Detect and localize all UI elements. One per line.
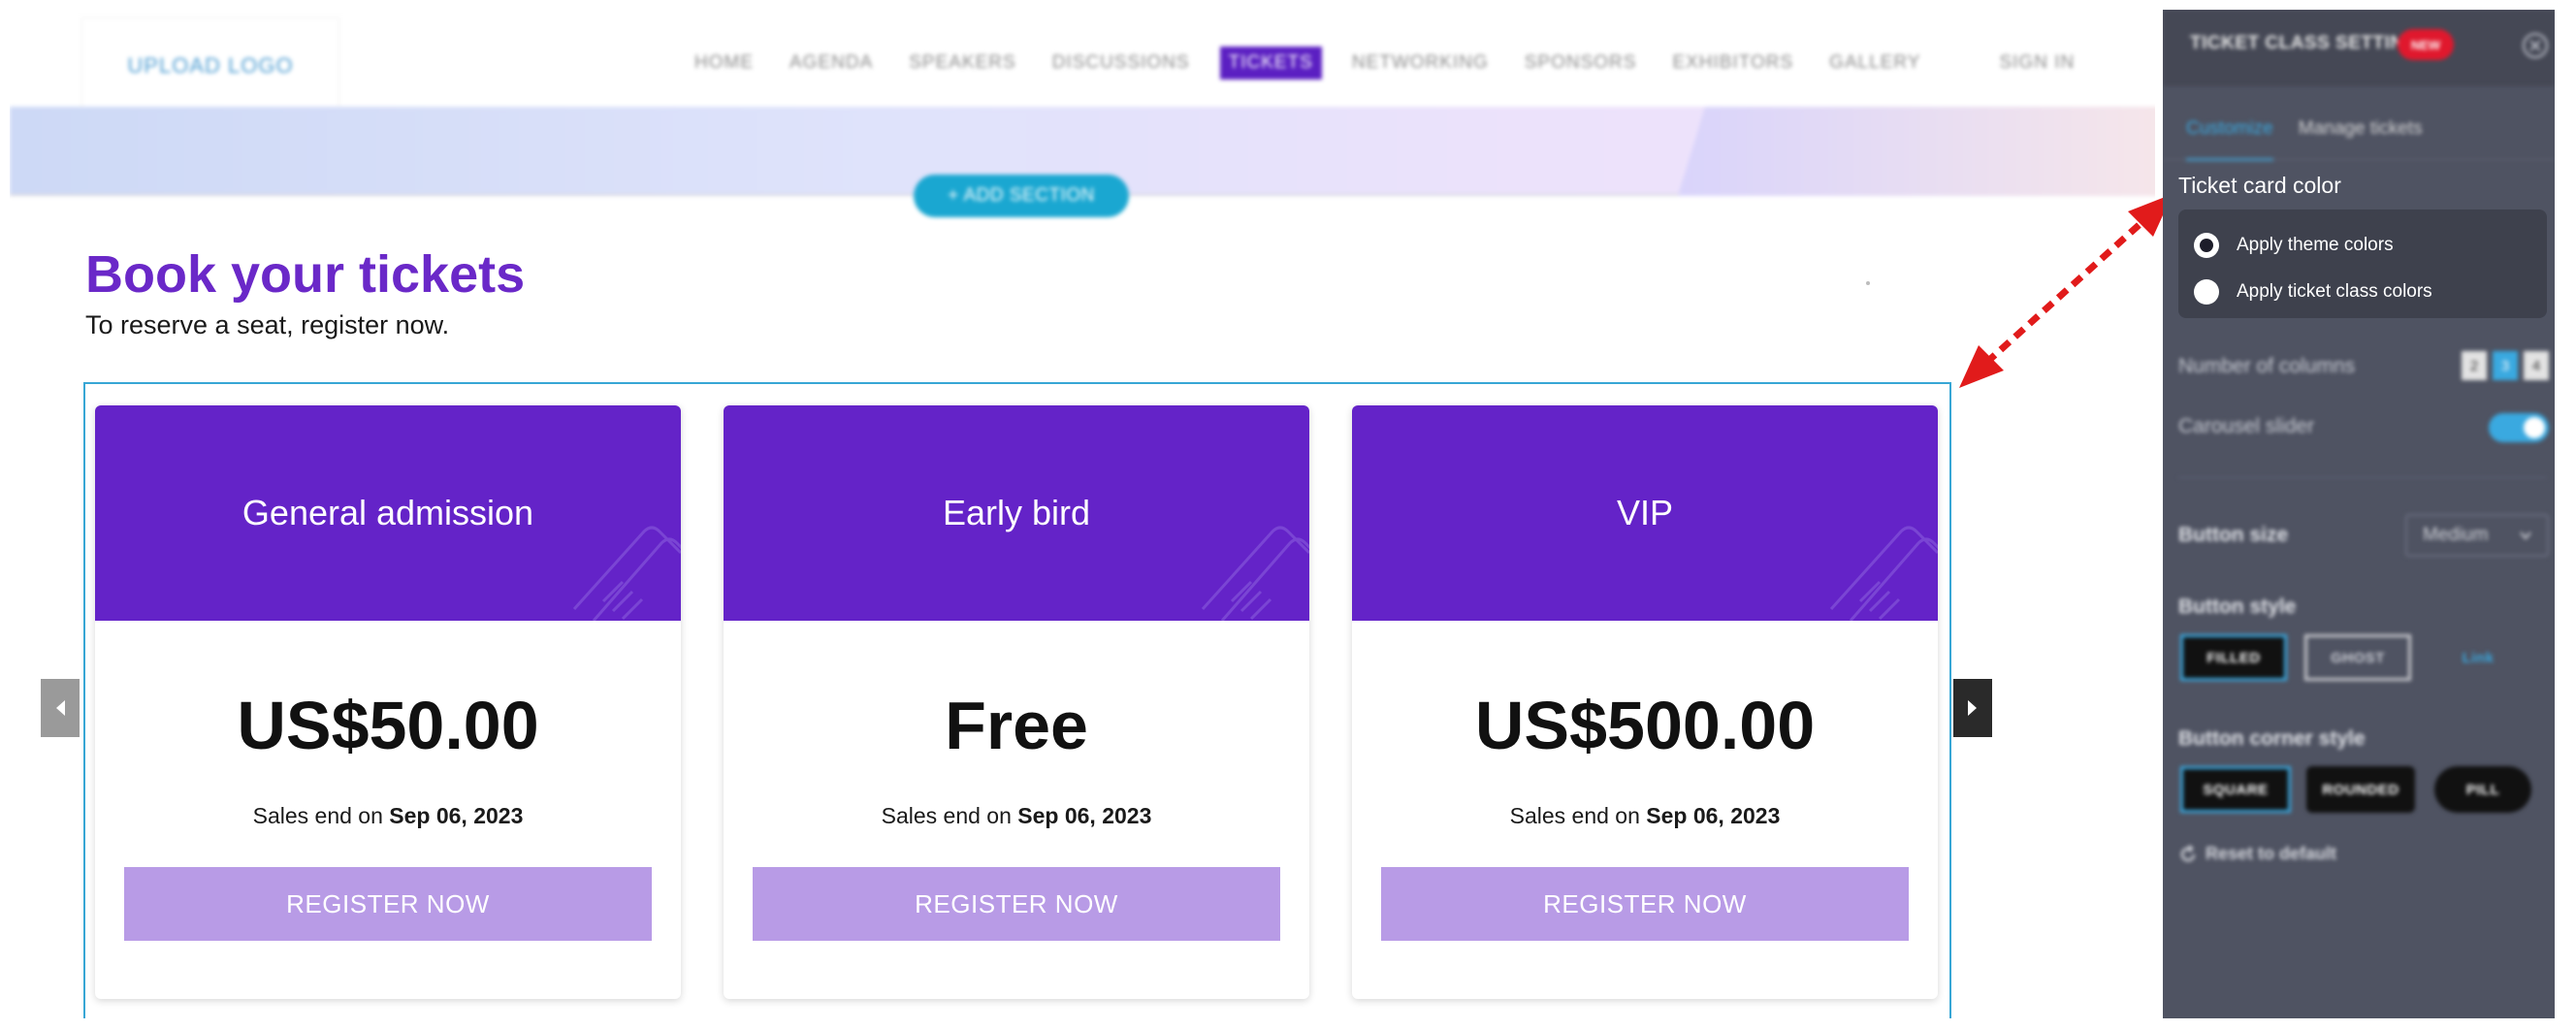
columns-option-3[interactable]: 3 [2493, 351, 2518, 380]
ticket-sales-end: Sales end on Sep 06, 2023 [1352, 803, 1938, 829]
panel-title: TICKET CLASS SETTINGS [2190, 33, 2432, 53]
logo-upload-area[interactable]: UPLOAD LOGO [81, 17, 339, 114]
ticket-price: US$500.00 [1474, 688, 1816, 763]
close-icon[interactable] [2521, 31, 2550, 60]
button-style-label: Button style [2178, 595, 2297, 618]
radio-unchecked-icon [2194, 279, 2219, 305]
nav-item-agenda[interactable]: AGENDA [784, 47, 879, 80]
editor-canvas: UPLOAD LOGO HOME AGENDA SPEAKERS DISCUSS… [10, 10, 2155, 1018]
sales-end-date: Sep 06, 2023 [1017, 803, 1152, 828]
nav-item-gallery[interactable]: GALLERY [1823, 47, 1926, 80]
carousel-next-button[interactable] [1953, 679, 1992, 737]
button-style-link[interactable]: Link [2444, 634, 2512, 681]
hero-decoration [1678, 107, 2155, 196]
ticket-watermark-icon [1201, 526, 1309, 621]
corner-style-rounded[interactable]: ROUNDED [2306, 766, 2415, 813]
ticket-price: US$50.00 [237, 688, 539, 763]
radio-apply-ticket-class-colors[interactable]: Apply ticket class colors [2194, 275, 2432, 308]
site-top-navigation: UPLOAD LOGO HOME AGENDA SPEAKERS DISCUSS… [10, 10, 2155, 116]
ticket-watermark-icon [572, 526, 681, 621]
reset-label: Reset to default [2206, 844, 2337, 863]
nav-menu: HOME AGENDA SPEAKERS DISCUSSIONS TICKETS… [689, 42, 2105, 84]
tab-customize[interactable]: Customize [2186, 103, 2273, 161]
add-section-button[interactable]: + ADD SECTION [914, 175, 1129, 217]
ticket-card-title: Early bird [942, 493, 1091, 532]
panel-tabs: Customize Manage tickets [2186, 103, 2448, 161]
chevron-down-icon [2520, 531, 2531, 540]
nav-item-networking[interactable]: NETWORKING [1346, 47, 1495, 80]
ticket-card-title: General admission [242, 493, 534, 532]
radio-apply-theme-colors[interactable]: Apply theme colors [2194, 229, 2394, 262]
corner-style-square[interactable]: SQUARE [2180, 766, 2291, 813]
nav-item-sponsors[interactable]: SPONSORS [1519, 47, 1643, 80]
nav-item-home[interactable]: HOME [689, 47, 759, 80]
reset-to-default-button[interactable]: Reset to default [2178, 844, 2336, 864]
ticket-price: Free [945, 688, 1088, 763]
sales-end-prefix: Sales end on [252, 803, 383, 828]
ticket-card-header: General admission [95, 405, 681, 621]
ticket-card-header: VIP [1352, 405, 1938, 621]
carousel-slider-toggle[interactable] [2489, 413, 2549, 442]
number-of-columns-label: Number of columns [2178, 355, 2356, 377]
reset-icon [2180, 844, 2196, 861]
ticket-card-vip: VIP US$500.00 Sales end on Sep 06, 2023 … [1352, 405, 1938, 999]
sales-end-prefix: Sales end on [881, 803, 1012, 828]
panel-header: TICKET CLASS SETTINGS NEW [2163, 10, 2555, 85]
decorative-dot [1866, 281, 1870, 285]
register-now-button[interactable]: REGISTER NOW [1381, 867, 1909, 941]
chevron-left-icon [56, 700, 65, 716]
ticket-watermark-icon [1829, 526, 1938, 621]
ticket-card-general-admission: General admission US$50.00 Sales end on … [95, 405, 681, 999]
columns-option-2[interactable]: 2 [2462, 351, 2487, 380]
button-size-select[interactable]: Medium [2405, 514, 2549, 557]
radio-checked-icon [2194, 233, 2219, 258]
register-now-button[interactable]: REGISTER NOW [124, 867, 652, 941]
corner-style-pill[interactable]: PILL [2434, 766, 2531, 813]
nav-item-speakers[interactable]: SPEAKERS [903, 47, 1021, 80]
button-style-filled[interactable]: FILLED [2180, 634, 2287, 681]
nav-item-exhibitors[interactable]: EXHIBITORS [1666, 47, 1799, 80]
button-corner-style-label: Button corner style [2178, 727, 2366, 750]
ticket-card-title: VIP [1616, 493, 1674, 532]
tickets-heading: Book your tickets [85, 245, 526, 304]
ticket-class-settings-panel: TICKET CLASS SETTINGS NEW Customize Mana… [2163, 10, 2555, 1018]
ticket-card-early-bird: Early bird Free Sales end on Sep 06, 202… [724, 405, 1309, 999]
tickets-subheading: To reserve a seat, register now. [85, 310, 450, 339]
logo-placeholder-text: UPLOAD LOGO [127, 53, 294, 78]
sign-in-link[interactable]: SIGN IN [1993, 47, 2080, 80]
nav-item-discussions[interactable]: DISCUSSIONS [1046, 47, 1196, 80]
ticket-card-color-label: Ticket card color [2178, 173, 2341, 198]
ticket-card-color-radio-group: Apply theme colors Apply ticket class co… [2178, 209, 2547, 318]
button-size-label: Button size [2178, 524, 2289, 546]
tabs-divider [2163, 159, 2555, 160]
panel-divider [2178, 477, 2547, 478]
ticket-sales-end: Sales end on Sep 06, 2023 [724, 803, 1309, 829]
carousel-slider-label: Carousel slider [2178, 415, 2315, 437]
radio-label: Apply theme colors [2237, 235, 2394, 255]
ticket-sales-end: Sales end on Sep 06, 2023 [95, 803, 681, 829]
ticket-card-header: Early bird [724, 405, 1309, 621]
button-size-value: Medium [2423, 525, 2489, 545]
button-style-ghost[interactable]: GHOST [2304, 634, 2411, 681]
columns-option-4[interactable]: 4 [2524, 351, 2549, 380]
columns-selector: 2 3 4 [2462, 351, 2555, 380]
radio-label: Apply ticket class colors [2237, 281, 2432, 302]
sales-end-date: Sep 06, 2023 [1646, 803, 1781, 828]
new-badge: NEW [2398, 29, 2454, 60]
chevron-right-icon [1968, 700, 1977, 716]
tab-manage-tickets[interactable]: Manage tickets [2299, 103, 2423, 161]
sales-end-date: Sep 06, 2023 [389, 803, 524, 828]
carousel-prev-button[interactable] [41, 679, 80, 737]
sales-end-prefix: Sales end on [1509, 803, 1640, 828]
nav-item-tickets[interactable]: TICKETS [1219, 47, 1322, 80]
register-now-button[interactable]: REGISTER NOW [753, 867, 1280, 941]
